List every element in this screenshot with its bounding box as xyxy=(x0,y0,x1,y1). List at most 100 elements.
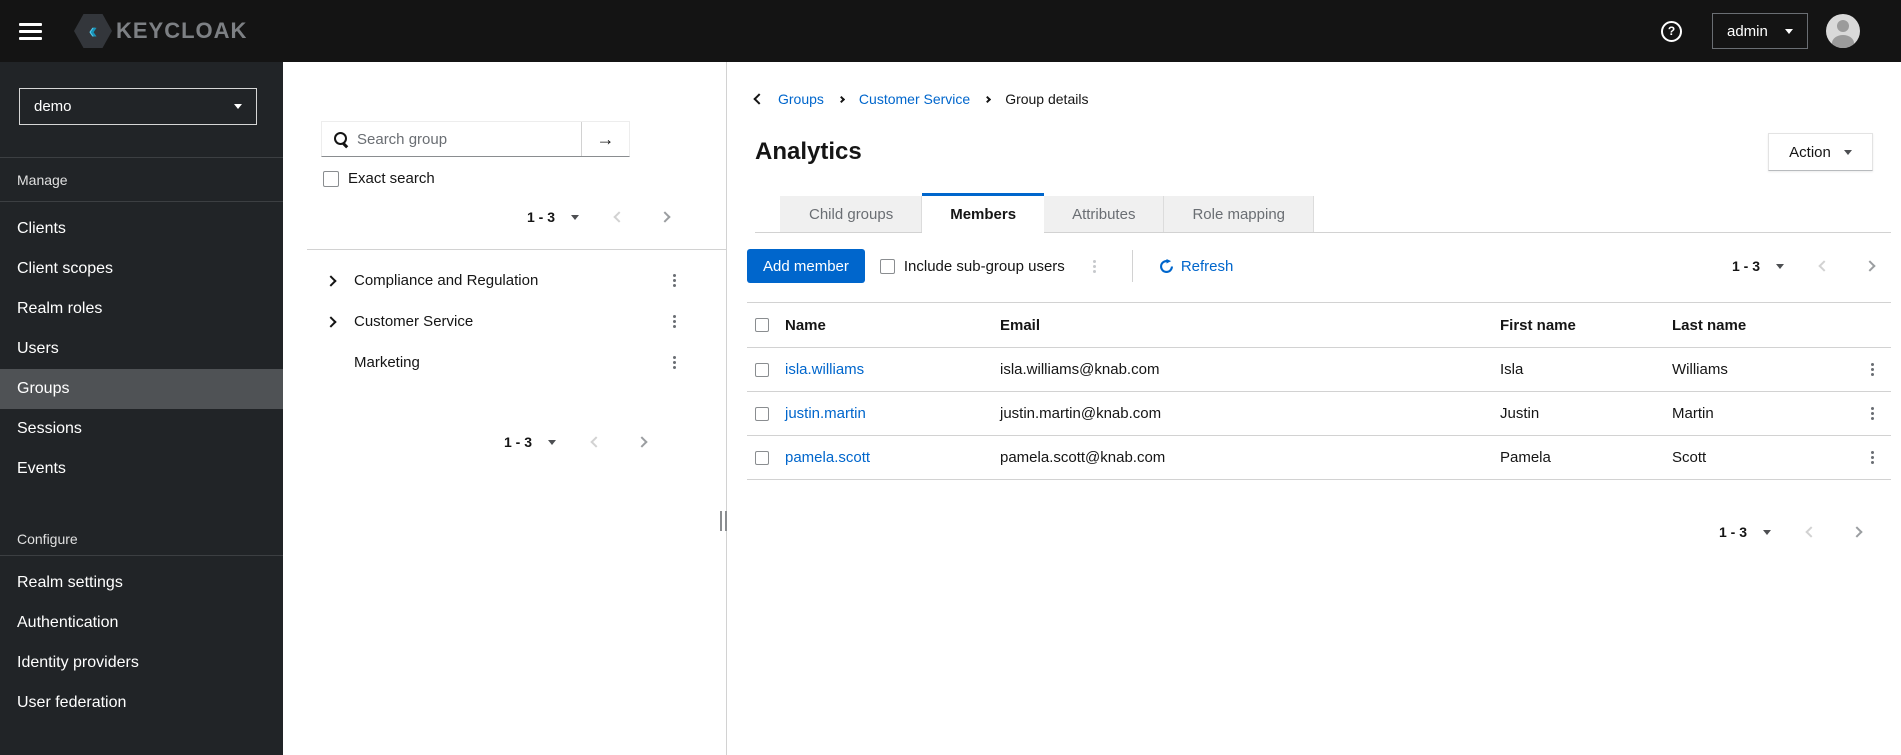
search-submit-button[interactable]: → xyxy=(581,122,629,156)
member-email: pamela.scott@knab.com xyxy=(1000,449,1166,466)
sidebar-item-realm-settings[interactable]: Realm settings xyxy=(0,563,283,603)
table-row: justin.martin justin.martin@knab.com Jus… xyxy=(747,392,1891,436)
add-member-button[interactable]: Add member xyxy=(747,249,865,283)
divider xyxy=(0,201,283,202)
column-header-name: Name xyxy=(785,316,826,334)
exact-search-checkbox[interactable] xyxy=(323,170,339,187)
include-subgroups-checkbox[interactable] xyxy=(879,258,895,274)
divider xyxy=(307,249,726,250)
next-page-icon[interactable] xyxy=(636,436,648,448)
select-all-checkbox[interactable] xyxy=(755,318,769,332)
caret-down-icon[interactable] xyxy=(1776,263,1784,269)
tree-item-marketing[interactable]: Marketing xyxy=(283,342,726,383)
next-page-icon[interactable] xyxy=(1851,526,1863,538)
kebab-menu-icon[interactable] xyxy=(1087,256,1102,277)
prev-page-icon[interactable] xyxy=(613,211,625,223)
group-search-input[interactable] xyxy=(357,130,581,148)
sidebar-item-realm-roles[interactable]: Realm roles xyxy=(0,289,283,329)
sidebar-item-user-federation[interactable]: User federation xyxy=(0,683,283,723)
member-last-name: Scott xyxy=(1672,449,1707,466)
row-checkbox[interactable] xyxy=(755,362,769,377)
tree-item-customer-service[interactable]: Customer Service xyxy=(283,301,726,342)
member-name-link[interactable]: pamela.scott xyxy=(785,449,1000,466)
breadcrumb-current: Group details xyxy=(1005,91,1089,107)
realm-selector-value: demo xyxy=(34,98,72,115)
sidebar-item-sessions[interactable]: Sessions xyxy=(0,409,283,449)
tab-members[interactable]: Members xyxy=(922,193,1045,237)
refresh-icon xyxy=(1159,258,1173,273)
breadcrumb-customer-service-link[interactable]: Customer Service xyxy=(859,91,970,107)
tab-role-mapping[interactable]: Role mapping xyxy=(1164,196,1315,232)
help-icon[interactable]: ? xyxy=(1661,20,1682,42)
search-icon xyxy=(334,131,349,147)
kebab-menu-icon[interactable] xyxy=(1865,447,1880,468)
chevron-down-icon xyxy=(1785,28,1793,34)
member-first-name: Pamela xyxy=(1500,449,1551,466)
kebab-menu-icon[interactable] xyxy=(1865,403,1880,424)
sidebar-item-authentication[interactable]: Authentication xyxy=(0,603,283,643)
keycloak-logo-icon: ‹ ‹ xyxy=(74,14,112,48)
pagination-range[interactable]: 1 - 3 xyxy=(504,434,532,450)
arrow-right-icon: → xyxy=(596,128,615,149)
prev-page-icon[interactable] xyxy=(1818,260,1830,272)
avatar[interactable] xyxy=(1826,14,1860,48)
caret-down-icon[interactable] xyxy=(548,439,556,445)
sidebar-item-clients[interactable]: Clients xyxy=(0,209,283,249)
member-name-link[interactable]: isla.williams xyxy=(785,361,1000,378)
nav-toggle-icon[interactable] xyxy=(19,22,42,40)
user-menu-dropdown[interactable]: admin xyxy=(1712,13,1808,49)
members-toolbar: Add member Include sub-group users Refre… xyxy=(747,246,1891,286)
tab-child-groups[interactable]: Child groups xyxy=(780,196,923,232)
exact-search-option: Exact search xyxy=(323,170,726,187)
topbar-actions: ? admin xyxy=(1661,13,1901,49)
pagination-range[interactable]: 1 - 3 xyxy=(1719,524,1747,540)
kebab-menu-icon[interactable] xyxy=(1865,359,1880,380)
member-first-name: Justin xyxy=(1500,405,1540,422)
divider xyxy=(0,157,283,158)
include-subgroups-option: Include sub-group users xyxy=(879,258,1065,275)
action-dropdown-button[interactable]: Action xyxy=(1768,133,1873,171)
member-last-name: Martin xyxy=(1672,405,1714,422)
member-name-link[interactable]: justin.martin xyxy=(785,405,1000,422)
member-last-name: Williams xyxy=(1672,361,1728,378)
sidebar-item-identity-providers[interactable]: Identity providers xyxy=(0,643,283,683)
table-row: isla.williams isla.williams@knab.com Isl… xyxy=(747,348,1891,392)
refresh-link[interactable]: Refresh xyxy=(1159,258,1233,275)
sidebar-item-client-scopes[interactable]: Client scopes xyxy=(0,249,283,289)
chevron-down-icon xyxy=(234,104,242,109)
tree-item-compliance-and-regulation[interactable]: Compliance and Regulation xyxy=(283,260,726,301)
expand-chevron-icon[interactable] xyxy=(325,274,337,287)
prev-page-icon[interactable] xyxy=(1805,526,1817,538)
kebab-menu-icon[interactable] xyxy=(667,270,682,291)
panel-resize-handle[interactable] xyxy=(720,511,727,531)
configure-nav: Realm settings Authentication Identity p… xyxy=(0,563,283,723)
table-row: pamela.scott pamela.scott@knab.com Pamel… xyxy=(747,436,1891,480)
back-chevron-icon[interactable] xyxy=(753,93,765,105)
next-page-icon[interactable] xyxy=(1864,260,1876,272)
caret-down-icon[interactable] xyxy=(1763,529,1771,535)
sidebar-item-groups[interactable]: Groups xyxy=(0,369,283,409)
table-header-row: Name Email First name Last name xyxy=(747,302,1891,348)
sidebar-item-events[interactable]: Events xyxy=(0,449,283,489)
realm-selector[interactable]: demo xyxy=(19,88,257,125)
kebab-menu-icon[interactable] xyxy=(667,311,682,332)
exact-search-label: Exact search xyxy=(348,170,435,187)
group-search-field[interactable] xyxy=(322,122,581,156)
row-checkbox[interactable] xyxy=(755,406,769,421)
kebab-menu-icon[interactable] xyxy=(667,352,682,373)
pagination-range[interactable]: 1 - 3 xyxy=(527,209,555,225)
page-title: Analytics xyxy=(755,138,862,165)
groups-tree-panel: → Exact search 1 - 3 Compliance and Regu… xyxy=(283,62,727,755)
expand-chevron-icon[interactable] xyxy=(325,315,337,328)
caret-down-icon[interactable] xyxy=(571,214,579,220)
tab-bar: Child groups Members Attributes Role map… xyxy=(755,193,1891,237)
prev-page-icon[interactable] xyxy=(590,436,602,448)
tab-attributes[interactable]: Attributes xyxy=(1044,196,1165,232)
group-tree: Compliance and Regulation Customer Servi… xyxy=(283,260,726,383)
row-checkbox[interactable] xyxy=(755,450,769,465)
next-page-icon[interactable] xyxy=(659,211,671,223)
breadcrumb-groups-link[interactable]: Groups xyxy=(778,91,824,107)
divider xyxy=(0,555,283,556)
pagination-range[interactable]: 1 - 3 xyxy=(1732,258,1760,274)
sidebar-item-users[interactable]: Users xyxy=(0,329,283,369)
